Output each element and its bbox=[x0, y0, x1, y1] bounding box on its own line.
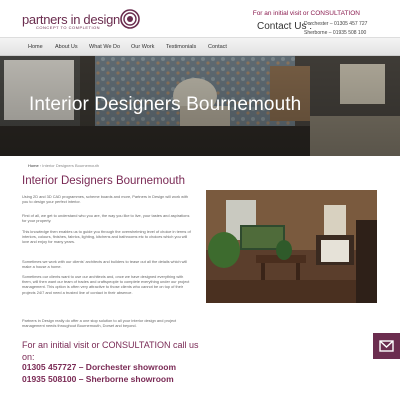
contact-numbers: Dorchester – 01305 457 727 Sherborne – 0… bbox=[304, 20, 367, 37]
logo-circle-icon bbox=[120, 9, 140, 29]
hero-title: Interior Designers Bournemouth bbox=[29, 94, 302, 115]
breadcrumb-home[interactable]: Home bbox=[28, 163, 39, 168]
site-header: partners in design CONCEPT TO COMPLETION… bbox=[0, 0, 400, 37]
nav-item-about[interactable]: About Us bbox=[55, 44, 78, 50]
phone-sherborne[interactable]: 01935 508100 – Sherborne showroom bbox=[22, 374, 174, 384]
cta-heading: For an initial visit or CONSULTATION cal… bbox=[22, 340, 199, 362]
body-paragraph: Sometimes we work with our clients' arch… bbox=[22, 259, 188, 270]
interior-room-image bbox=[206, 190, 377, 303]
body-paragraph: Partners in Design really do offer a one… bbox=[22, 318, 177, 329]
breadcrumb-current: Interior Designers Bournemouth bbox=[42, 163, 99, 168]
nav-item-testimonials[interactable]: Testimonials bbox=[166, 44, 196, 50]
nav-item-our-work[interactable]: Our Work bbox=[131, 44, 154, 50]
contact-dorchester[interactable]: Dorchester – 01305 457 727 bbox=[304, 20, 367, 29]
contact-sherborne[interactable]: Sherborne – 01935 508 100 bbox=[304, 29, 367, 38]
header-cta: For an initial visit or CONSULTATION bbox=[252, 10, 360, 17]
body-paragraph: This knowledge then enables us to guide … bbox=[22, 229, 191, 245]
body-paragraph: Sometimes our clients want to use our ar… bbox=[22, 274, 190, 295]
body-paragraph: First of all, we get to understand who y… bbox=[22, 213, 190, 224]
breadcrumb: Home › Interior Designers Bournemouth bbox=[28, 163, 99, 168]
mail-icon bbox=[379, 340, 394, 352]
page-title: Interior Designers Bournemouth bbox=[22, 175, 185, 187]
interior-photo bbox=[206, 190, 377, 303]
nav-item-what-we-do[interactable]: What We Do bbox=[89, 44, 120, 50]
body-paragraph: Using 2D and 3D CAD programmes, scheme b… bbox=[22, 194, 189, 205]
nav-item-contact[interactable]: Contact bbox=[208, 44, 227, 50]
nav-item-home[interactable]: Home bbox=[28, 44, 43, 50]
breadcrumb-separator: › bbox=[39, 163, 42, 168]
logo-tagline: CONCEPT TO COMPLETION bbox=[36, 25, 101, 30]
mail-button[interactable] bbox=[373, 333, 400, 359]
main-nav: Home About Us What We Do Our Work Testim… bbox=[0, 37, 400, 56]
phone-dorchester[interactable]: 01305 457727 – Dorchester showroom bbox=[22, 362, 176, 372]
